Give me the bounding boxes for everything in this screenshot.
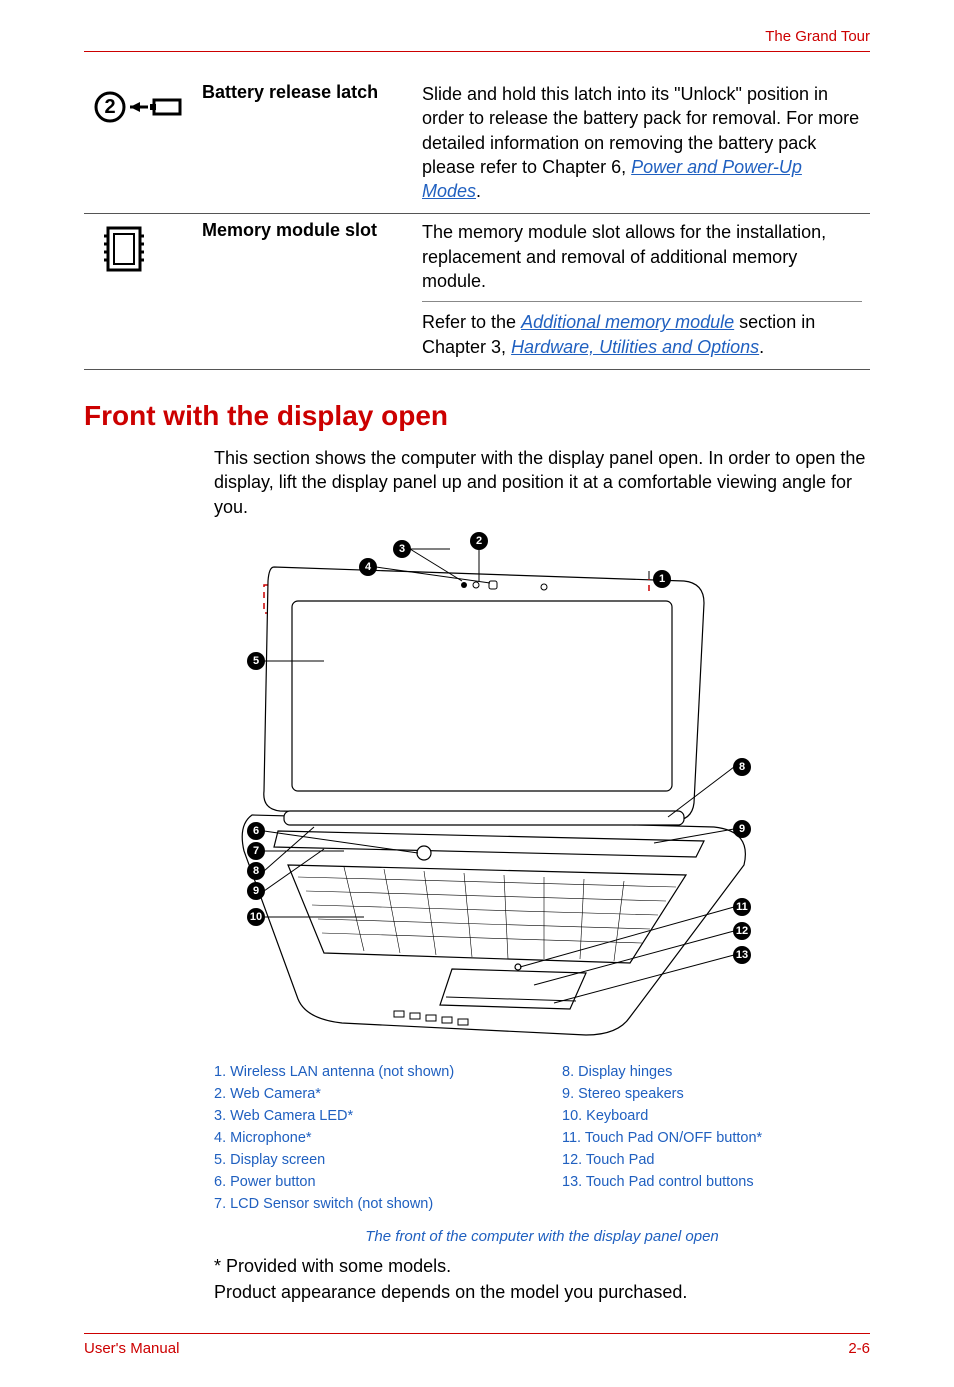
legend-item: 3. Web Camera LED*	[214, 1108, 522, 1124]
legend-right-col: 8. Display hinges 9. Stereo speakers 10.…	[562, 1064, 870, 1218]
svg-text:10: 10	[250, 911, 262, 923]
table-row: 2 Battery release latch Slide and hold t…	[84, 76, 870, 214]
svg-text:5: 5	[253, 655, 259, 667]
svg-text:6: 6	[253, 825, 259, 837]
svg-text:11: 11	[736, 901, 748, 913]
feature-description: Slide and hold this latch into its "Unlo…	[414, 76, 870, 214]
svg-text:3: 3	[399, 543, 405, 555]
legend-item: 1. Wireless LAN antenna (not shown)	[214, 1064, 522, 1080]
svg-text:7: 7	[253, 845, 259, 857]
table-row: Memory module slot The memory module slo…	[84, 214, 870, 369]
features-table: 2 Battery release latch Slide and hold t…	[84, 76, 870, 370]
feature-description: The memory module slot allows for the in…	[414, 214, 870, 369]
svg-text:8: 8	[253, 865, 259, 877]
section-heading: Front with the display open	[84, 400, 870, 432]
page-footer: User's Manual 2-6	[84, 1333, 870, 1357]
legend-item: 10. Keyboard	[562, 1108, 870, 1124]
desc-tail: .	[759, 337, 764, 357]
legend-item: 5. Display screen	[214, 1152, 522, 1168]
svg-text:9: 9	[253, 885, 259, 897]
footer-left: User's Manual	[84, 1340, 179, 1357]
legend-item: 9. Stereo speakers	[562, 1086, 870, 1102]
intro-paragraph: This section shows the computer with the…	[214, 446, 870, 519]
models-footnote: * Provided with some models.	[214, 1253, 870, 1279]
battery-latch-icon-cell: 2	[84, 76, 194, 214]
desc-text: Refer to the	[422, 312, 521, 332]
laptop-figure: 1 2 3 4 5 6 7 8 9 10 8 9 11	[214, 531, 870, 1056]
page-header: The Grand Tour	[84, 28, 870, 52]
svg-text:4: 4	[365, 561, 372, 573]
additional-memory-link[interactable]: Additional memory module	[521, 312, 734, 332]
memory-module-icon	[92, 220, 186, 278]
desc-text: The memory module slot allows for the in…	[422, 222, 826, 291]
header-section-title: The Grand Tour	[765, 28, 870, 45]
feature-name: Battery release latch	[194, 76, 414, 214]
battery-release-latch-icon: 2	[92, 82, 186, 132]
svg-text:9: 9	[739, 823, 745, 835]
legend-left-col: 1. Wireless LAN antenna (not shown) 2. W…	[214, 1064, 522, 1218]
svg-text:2: 2	[104, 96, 115, 118]
footer-page-number: 2-6	[848, 1340, 870, 1357]
svg-text:13: 13	[736, 949, 748, 961]
svg-text:8: 8	[739, 761, 745, 773]
legend-item: 8. Display hinges	[562, 1064, 870, 1080]
memory-slot-icon-cell	[84, 214, 194, 369]
figure-legend: 1. Wireless LAN antenna (not shown) 2. W…	[214, 1064, 870, 1245]
legend-item: 13. Touch Pad control buttons	[562, 1174, 870, 1190]
feature-name: Memory module slot	[194, 214, 414, 369]
legend-item: 7. LCD Sensor switch (not shown)	[214, 1196, 522, 1212]
figure-caption: The front of the computer with the displ…	[214, 1228, 870, 1245]
legend-item: 6. Power button	[214, 1174, 522, 1190]
legend-item: 11. Touch Pad ON/OFF button*	[562, 1130, 870, 1146]
svg-text:12: 12	[736, 925, 748, 937]
desc-tail: .	[476, 181, 481, 201]
appearance-note: Product appearance depends on the model …	[214, 1279, 870, 1305]
svg-text:2: 2	[476, 535, 482, 547]
legend-item: 4. Microphone*	[214, 1130, 522, 1146]
hardware-utilities-link[interactable]: Hardware, Utilities and Options	[511, 337, 759, 357]
svg-text:1: 1	[659, 573, 665, 585]
legend-item: 12. Touch Pad	[562, 1152, 870, 1168]
legend-item: 2. Web Camera*	[214, 1086, 522, 1102]
